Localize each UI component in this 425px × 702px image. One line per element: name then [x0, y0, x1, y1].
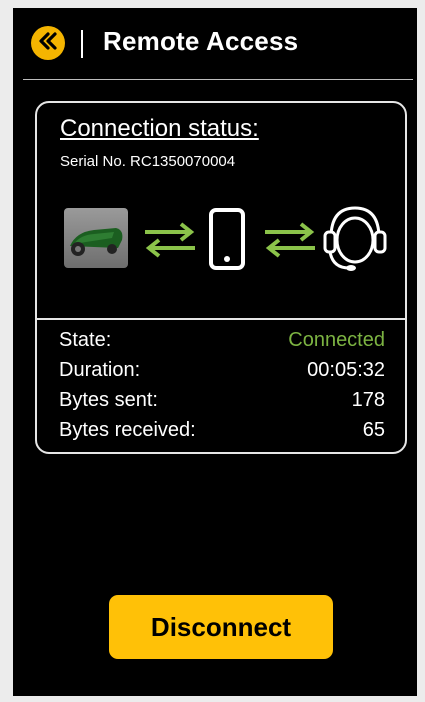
disconnect-button[interactable]: Disconnect — [109, 595, 333, 659]
connection-diagram — [37, 198, 409, 278]
duration-label: Duration: — [59, 359, 141, 381]
back-button[interactable] — [31, 26, 65, 60]
headset-support-icon — [319, 198, 391, 283]
status-row-bytes-sent: Bytes sent: 178 — [59, 385, 385, 415]
duration-value: 00:05:32 — [307, 359, 385, 381]
connection-status-title: Connection status: — [60, 115, 259, 142]
bytes-received-label: Bytes received: — [59, 419, 196, 441]
smartphone-icon — [207, 208, 247, 277]
header: Remote Access — [13, 8, 417, 80]
status-row-duration: Duration: 00:05:32 — [59, 355, 385, 385]
double-chevron-left-icon — [38, 31, 58, 55]
status-row-bytes-received: Bytes received: 65 — [59, 415, 385, 445]
bytes-sent-value: 178 — [351, 389, 385, 411]
bytes-sent-label: Bytes sent: — [59, 389, 158, 411]
window-frame-right — [417, 0, 425, 702]
panel-divider — [37, 318, 405, 320]
state-value: Connected — [288, 329, 385, 351]
state-label: State: — [59, 329, 112, 351]
window-frame-bottom — [0, 696, 425, 702]
bytes-received-value: 65 — [362, 419, 385, 441]
serial-number: Serial No. RC1350070004 — [60, 153, 236, 170]
header-divider — [81, 30, 83, 58]
robot-mower-icon — [64, 208, 128, 268]
status-details: State: Connected Duration: 00:05:32 Byte… — [59, 325, 385, 445]
connection-status-panel: Connection status: Serial No. RC13500700… — [35, 101, 407, 454]
status-row-state: State: Connected — [59, 325, 385, 355]
bidirectional-arrows-icon — [141, 220, 199, 263]
remote-access-screen: Remote Access Connection status: Serial … — [13, 8, 417, 696]
window-frame-left — [0, 0, 13, 702]
page-title: Remote Access — [103, 26, 299, 56]
bidirectional-arrows-icon — [261, 220, 319, 263]
window-frame-top — [0, 0, 425, 8]
header-separator — [23, 79, 413, 80]
